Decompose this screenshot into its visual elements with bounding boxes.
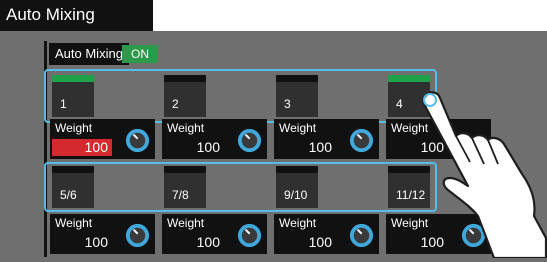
weight-value[interactable]: 100 (164, 234, 224, 251)
channel-button-5-6[interactable]: 5/6 (52, 166, 94, 208)
channel-indicator (164, 166, 206, 173)
weight-label: Weight (167, 216, 205, 230)
channel-indicator (52, 166, 94, 173)
auto-mixing-toggle[interactable]: ON (122, 45, 158, 63)
weight-knob-icon[interactable] (236, 222, 263, 249)
weight-value[interactable]: 100 (276, 234, 336, 251)
channel-button-3[interactable]: 3 (276, 75, 318, 117)
weight-label: Weight (167, 121, 205, 135)
weight-knob-icon[interactable] (348, 127, 375, 154)
channel-indicator (276, 166, 318, 173)
channel-label: 4 (396, 97, 403, 111)
weight-knob-icon[interactable] (348, 222, 375, 249)
channel-label: 1 (60, 97, 67, 111)
weight-value[interactable]: 100 (52, 139, 112, 156)
weight-value[interactable]: 100 (276, 139, 336, 156)
channel-label: 5/6 (60, 188, 77, 202)
weight-label: Weight (279, 121, 317, 135)
title-bar: Auto Mixing (0, 0, 153, 31)
channel-label: 3 (284, 97, 291, 111)
auto-mixing-label: Auto Mixing (49, 43, 129, 65)
channel-label: 9/10 (284, 188, 308, 202)
weight-label: Weight (55, 121, 93, 135)
weight-label: Weight (55, 216, 93, 230)
weight-value[interactable]: 100 (52, 234, 112, 251)
channel-button-1[interactable]: 1 (52, 75, 94, 117)
pointing-hand-icon (421, 91, 547, 258)
weight-knob-icon[interactable] (124, 127, 151, 154)
weight-knob-icon[interactable] (236, 127, 263, 154)
channel-indicator (388, 75, 430, 82)
channel-indicator (164, 75, 206, 82)
page-title: Auto Mixing (6, 5, 95, 24)
weight-knob-icon[interactable] (124, 222, 151, 249)
channel-indicator (52, 75, 94, 82)
weight-value[interactable]: 100 (164, 139, 224, 156)
channel-button-2[interactable]: 2 (164, 75, 206, 117)
channel-label: 2 (172, 97, 179, 111)
channel-label: 7/8 (172, 188, 189, 202)
channel-button-9-10[interactable]: 9/10 (276, 166, 318, 208)
channel-indicator (276, 75, 318, 82)
channel-group-1-4 (44, 69, 437, 123)
weight-label: Weight (279, 216, 317, 230)
channel-button-7-8[interactable]: 7/8 (164, 166, 206, 208)
channel-group-5-12 (44, 162, 437, 212)
